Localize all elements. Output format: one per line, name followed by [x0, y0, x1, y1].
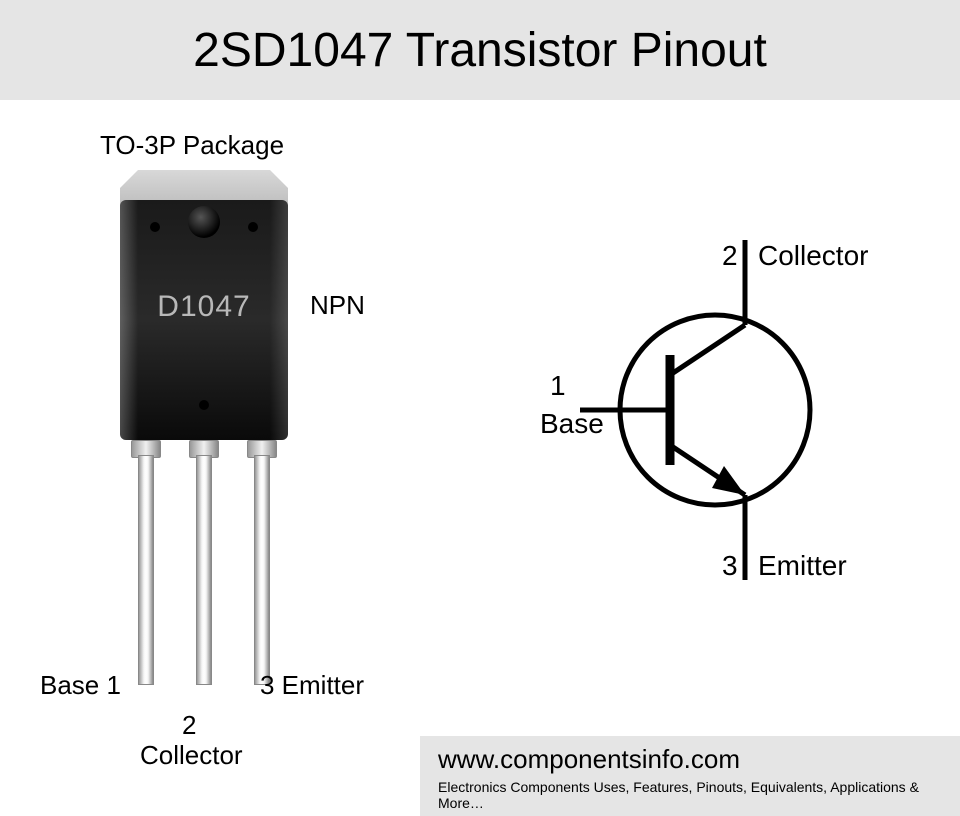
schematic-emitter-label: Emitter	[758, 550, 847, 582]
pin-2-number: 2	[182, 710, 196, 741]
footer-tagline: Electronics Components Uses, Features, P…	[438, 779, 942, 811]
package-label: TO-3P Package	[100, 130, 284, 161]
transistor-type-label: NPN	[310, 290, 365, 321]
title-bar: 2SD1047 Transistor Pinout	[0, 0, 960, 100]
pin-1-lead	[138, 455, 154, 685]
pin-3-label: 3 Emitter	[260, 670, 364, 701]
schematic-base-num: 1	[550, 370, 566, 402]
footer: www.componentsinfo.com Electronics Compo…	[420, 736, 960, 816]
schematic-emitter-num: 3	[722, 550, 738, 582]
pin-3-lead	[254, 455, 270, 685]
pin-1-label: Base 1	[40, 670, 121, 701]
footer-url: www.componentsinfo.com	[438, 744, 942, 775]
schematic-collector-num: 2	[722, 240, 738, 272]
pin-2-name: Collector	[140, 740, 243, 771]
schematic-symbol: 2 Collector 1 Base 3 Emitter	[540, 230, 920, 590]
mounting-hole	[188, 206, 220, 238]
transistor-package: D1047	[120, 170, 288, 690]
schematic-collector-label: Collector	[758, 240, 868, 272]
pin-2-lead	[196, 455, 212, 685]
part-marking: D1047	[120, 290, 288, 324]
page-title: 2SD1047 Transistor Pinout	[193, 23, 767, 78]
schematic-base-label: Base	[540, 408, 604, 440]
diagram-area: TO-3P Package NPN D1047 Base 1 2 Collect…	[0, 100, 960, 736]
